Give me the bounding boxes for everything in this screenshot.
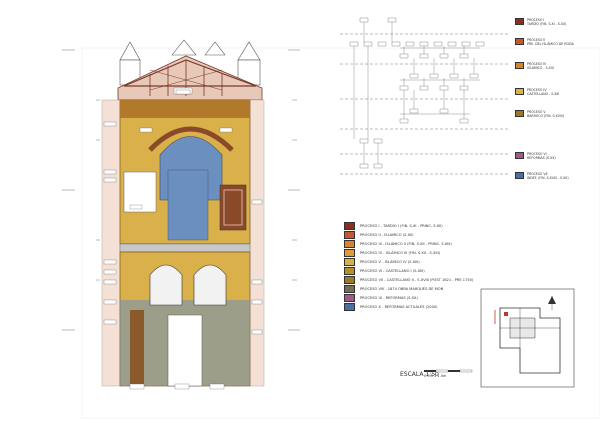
harris-key-3: PROCESO III ISLÁMICO - S.XIII: [515, 62, 554, 70]
upper-band: [120, 100, 250, 118]
legend-label: PROCESO III - ISLÁMICO II (FIN. S.XII - …: [360, 242, 452, 246]
harris-key-swatch: [515, 110, 524, 117]
harris-key-1: PROCESO I TARDÍO (FIN. S.XI - S.XII): [515, 18, 566, 26]
legend-label: PROCESO I - TARDÍO I (FIN. S.XI - PRINC.…: [360, 224, 443, 228]
harris-key-label: PROCESO VII INDEF. (FIN. S.XVIII - S.XX): [527, 172, 569, 180]
doorway: [167, 314, 203, 387]
legend-swatch: [344, 267, 355, 275]
harris-key-label: PROCESO III ISLÁMICO - S.XIII: [527, 62, 554, 70]
upper-brick: [167, 169, 209, 241]
harris-matrix: [340, 17, 510, 175]
legend-label: PROCESO VI - CASTELLANO I (S.XIII): [360, 269, 425, 273]
legend-swatch: [344, 231, 355, 239]
harris-key-swatch: [515, 62, 524, 69]
harris-key-2: PROCESO II PRE. DEL ISLÁMICO DE RODA: [515, 38, 574, 46]
legend-label: PROCESO VIII - 1874 OBRA MARQUÉS DE MON: [360, 287, 444, 291]
legend-row: PROCESO IV - ISLÁMICO III (FIN. S.XII - …: [344, 249, 440, 257]
legend-row: PROCESO II - ISLÁMICO (S.XII): [344, 231, 414, 239]
location-plan: [480, 288, 575, 388]
scale-ticks: 0 0.5 1 1.5m: [424, 374, 447, 378]
legend-swatch: [344, 249, 355, 257]
legend-row: PROCESO III - ISLÁMICO II (FIN. S.XII - …: [344, 240, 452, 248]
legend-row: PROCESO VII - CASTELLANO II - S.XVIII (P…: [344, 276, 473, 284]
legend-label: PROCESO X - REFORMAS ACTUALES (2000): [360, 305, 438, 309]
legend-swatch: [344, 276, 355, 284]
legend-swatch: [344, 240, 355, 248]
legend-swatch: [344, 222, 355, 230]
legend-label: PROCESO VII - CASTELLANO II - S.XVIII (P…: [360, 278, 474, 282]
level-marks-right: [288, 49, 300, 331]
legend-swatch: [344, 285, 355, 293]
harris-key-swatch: [515, 172, 524, 179]
lower-column: [130, 310, 144, 386]
legend-label: PROCESO II - ISLÁMICO (S.XII): [360, 233, 414, 237]
lower-arch-right: [193, 264, 227, 306]
legend-row: PROCESO I - TARDÍO I (FIN. S.XI - PRINC.…: [344, 222, 443, 230]
legend-row: PROCESO VIII - 1874 OBRA MARQUÉS DE MON: [344, 285, 443, 293]
harris-key-label: PROCESO V BARROCO (FIN. S.XVIII): [527, 110, 564, 118]
legend-swatch: [344, 258, 355, 266]
harris-key-swatch: [515, 88, 524, 95]
level-marks-left: [62, 49, 100, 331]
floor-band: [119, 243, 251, 253]
legend-label: PROCESO IX - REFORMAS (S.XX): [360, 296, 418, 300]
harris-key-label: PROCESO I TARDÍO (FIN. S.XI - S.XII): [527, 18, 567, 26]
legend-swatch: [344, 303, 355, 311]
harris-key-swatch: [515, 18, 524, 25]
harris-key-7: PROCESO VII INDEF. (FIN. S.XVIII - S.XX): [515, 172, 569, 180]
harris-key-label: PROCESO VI REFORMAS (S.XX): [527, 152, 556, 160]
harris-key-label: PROCESO II PRE. DEL ISLÁMICO DE RODA: [527, 38, 574, 46]
lower-arch-left: [149, 264, 183, 306]
legend-row: PROCESO VI - CASTELLANO I (S.XIII): [344, 267, 425, 275]
harris-key-swatch: [515, 38, 524, 45]
legend-swatch: [344, 294, 355, 302]
legend-row: PROCESO IX - REFORMAS (S.XX): [344, 294, 418, 302]
legend-label: PROCESO IV - ISLÁMICO III (FIN. S.XII - …: [360, 251, 441, 255]
legend-label: PROCESO V - ISLÁMICO IV (S.XIII): [360, 260, 420, 264]
harris-key-4: PROCESO IV CASTELLANO - S.XIII: [515, 88, 559, 96]
legend-row: PROCESO V - ISLÁMICO IV (S.XIII): [344, 258, 420, 266]
harris-key-5: PROCESO V BARROCO (FIN. S.XVIII): [515, 110, 564, 118]
harris-key-6: PROCESO VI REFORMAS (S.XX): [515, 152, 556, 160]
harris-key-swatch: [515, 152, 524, 159]
harris-key-label: PROCESO IV CASTELLANO - S.XIII: [527, 88, 560, 96]
legend-row: PROCESO X - REFORMAS ACTUALES (2000): [344, 303, 438, 311]
